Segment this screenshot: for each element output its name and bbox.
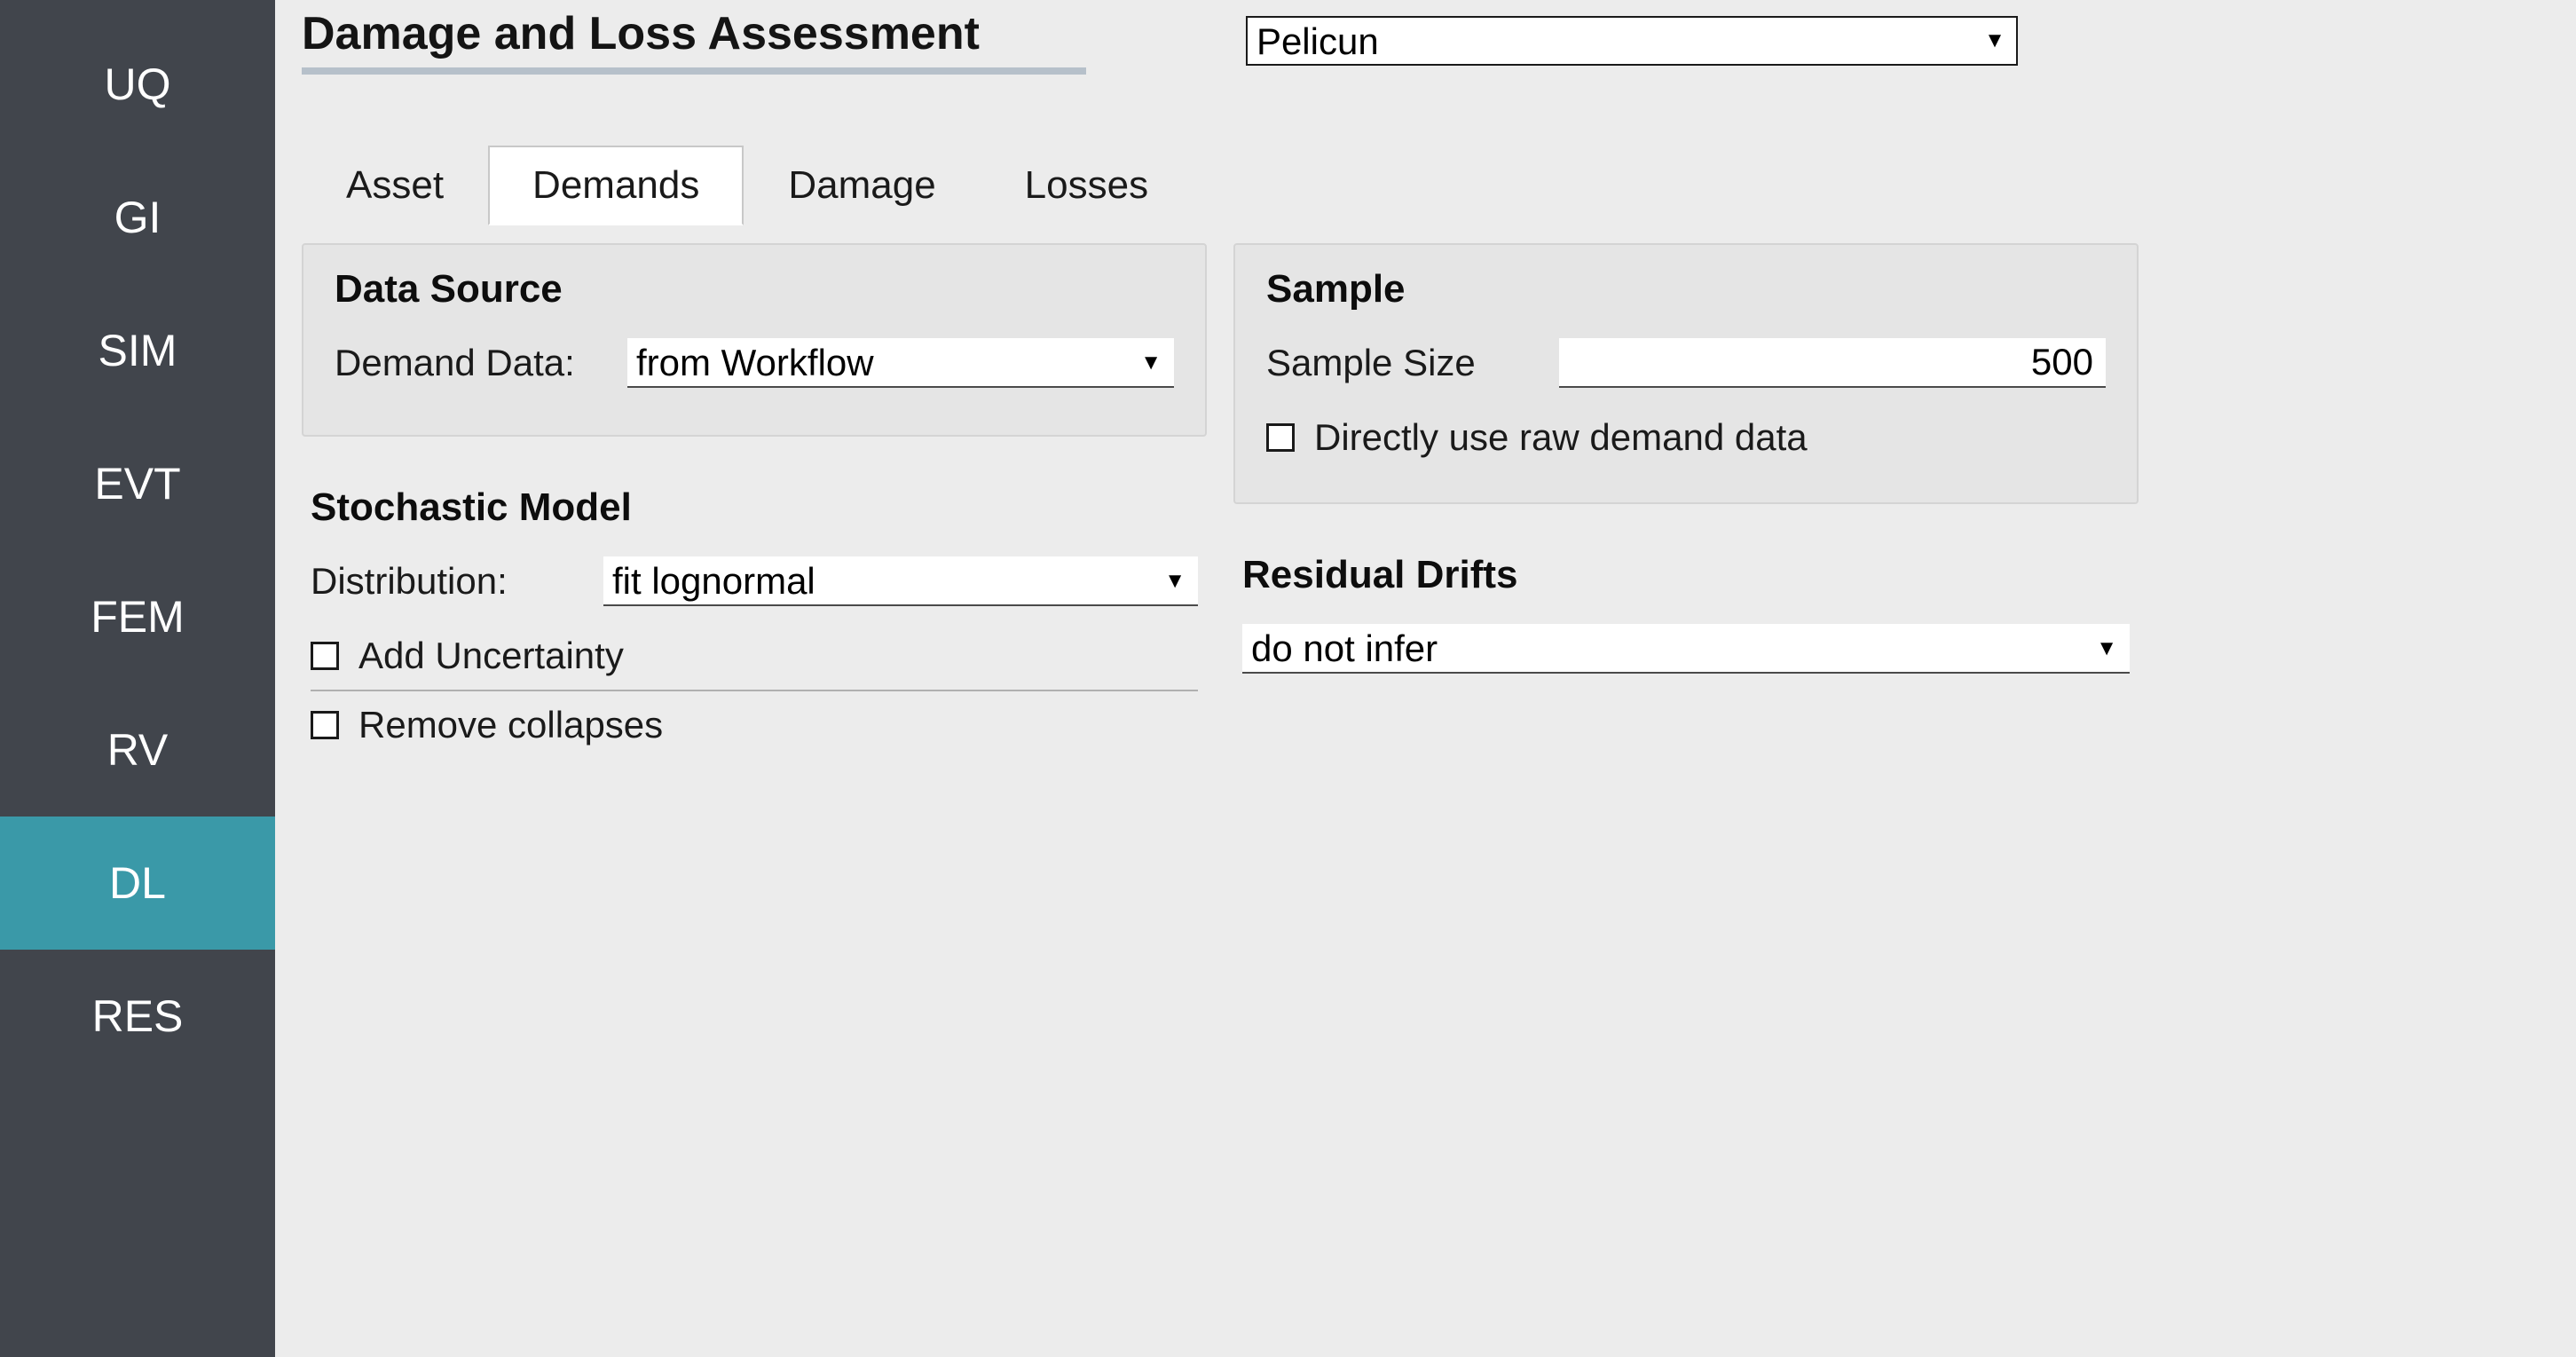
sample-group: Sample Sample Size Directly use raw dema… — [1233, 243, 2139, 504]
demand-data-select-wrap: from Workflow ▼ — [627, 338, 1174, 388]
sidebar-item-label: DL — [109, 857, 166, 909]
add-uncertainty-row[interactable]: Add Uncertainty — [311, 622, 1198, 691]
header-row: Damage and Loss Assessment Pelicun ▼ — [302, 0, 2549, 75]
sidebar-item-res[interactable]: RES — [0, 950, 275, 1083]
distribution-label: Distribution: — [311, 560, 577, 603]
residual-drifts-select[interactable]: do not infer — [1242, 624, 2130, 674]
page-title: Damage and Loss Assessment — [302, 7, 1086, 75]
tab-damage[interactable]: Damage — [744, 146, 980, 225]
residual-drifts-title: Residual Drifts — [1242, 553, 2130, 597]
demand-data-row: Demand Data: from Workflow ▼ — [335, 338, 1174, 388]
residual-drifts-row: do not infer ▼ — [1242, 624, 2130, 674]
sidebar-item-label: EVT — [94, 458, 180, 509]
tab-asset[interactable]: Asset — [302, 146, 488, 225]
add-uncertainty-label: Add Uncertainty — [358, 635, 624, 677]
right-column: Sample Sample Size Directly use raw dema… — [1233, 243, 2139, 790]
sidebar-item-gi[interactable]: GI — [0, 151, 275, 284]
distribution-select[interactable]: fit lognormal — [603, 556, 1198, 606]
sample-size-row: Sample Size — [1266, 338, 2106, 388]
residual-drifts-group: Residual Drifts do not infer ▼ — [1233, 522, 2139, 721]
method-select-wrap: Pelicun ▼ — [1246, 16, 2018, 66]
residual-drifts-select-wrap: do not infer ▼ — [1242, 624, 2130, 674]
sidebar-item-label: RV — [107, 724, 169, 776]
sample-size-label: Sample Size — [1266, 342, 1532, 384]
tabs: Asset Demands Damage Losses — [302, 146, 2549, 225]
remove-collapses-label: Remove collapses — [358, 704, 663, 746]
add-uncertainty-checkbox[interactable] — [311, 642, 339, 670]
data-source-title: Data Source — [335, 267, 1174, 312]
tab-demands[interactable]: Demands — [488, 146, 744, 225]
sidebar-item-label: UQ — [105, 59, 171, 110]
sidebar-item-label: GI — [114, 192, 161, 243]
sidebar-item-label: SIM — [98, 325, 177, 376]
demand-data-label: Demand Data: — [335, 342, 601, 384]
method-select[interactable]: Pelicun — [1246, 16, 2018, 66]
sidebar-item-fem[interactable]: FEM — [0, 550, 275, 683]
main-content: Damage and Loss Assessment Pelicun ▼ Ass… — [275, 0, 2576, 1357]
sidebar-item-label: FEM — [91, 591, 185, 643]
sidebar: UQ GI SIM EVT FEM RV DL RES — [0, 0, 275, 1357]
tab-losses[interactable]: Losses — [981, 146, 1193, 225]
use-raw-label: Directly use raw demand data — [1314, 416, 1808, 459]
data-source-group: Data Source Demand Data: from Workflow ▼ — [302, 243, 1207, 437]
remove-collapses-row[interactable]: Remove collapses — [311, 691, 1198, 759]
distribution-select-wrap: fit lognormal ▼ — [603, 556, 1198, 606]
sample-size-input[interactable] — [1559, 338, 2106, 388]
sample-title: Sample — [1266, 267, 2106, 312]
sidebar-item-evt[interactable]: EVT — [0, 417, 275, 550]
left-column: Data Source Demand Data: from Workflow ▼… — [302, 243, 1207, 790]
use-raw-checkbox[interactable] — [1266, 423, 1295, 452]
sidebar-item-sim[interactable]: SIM — [0, 284, 275, 417]
stochastic-title: Stochastic Model — [311, 485, 1198, 530]
distribution-row: Distribution: fit lognormal ▼ — [311, 556, 1198, 606]
demands-panel: Data Source Demand Data: from Workflow ▼… — [302, 225, 2549, 790]
use-raw-row[interactable]: Directly use raw demand data — [1266, 404, 2106, 471]
sidebar-item-dl[interactable]: DL — [0, 817, 275, 950]
sidebar-item-uq[interactable]: UQ — [0, 18, 275, 151]
sidebar-item-rv[interactable]: RV — [0, 683, 275, 817]
demand-data-select[interactable]: from Workflow — [627, 338, 1174, 388]
stochastic-model-group: Stochastic Model Distribution: fit logno… — [302, 454, 1207, 790]
sidebar-item-label: RES — [92, 990, 184, 1042]
remove-collapses-checkbox[interactable] — [311, 711, 339, 739]
